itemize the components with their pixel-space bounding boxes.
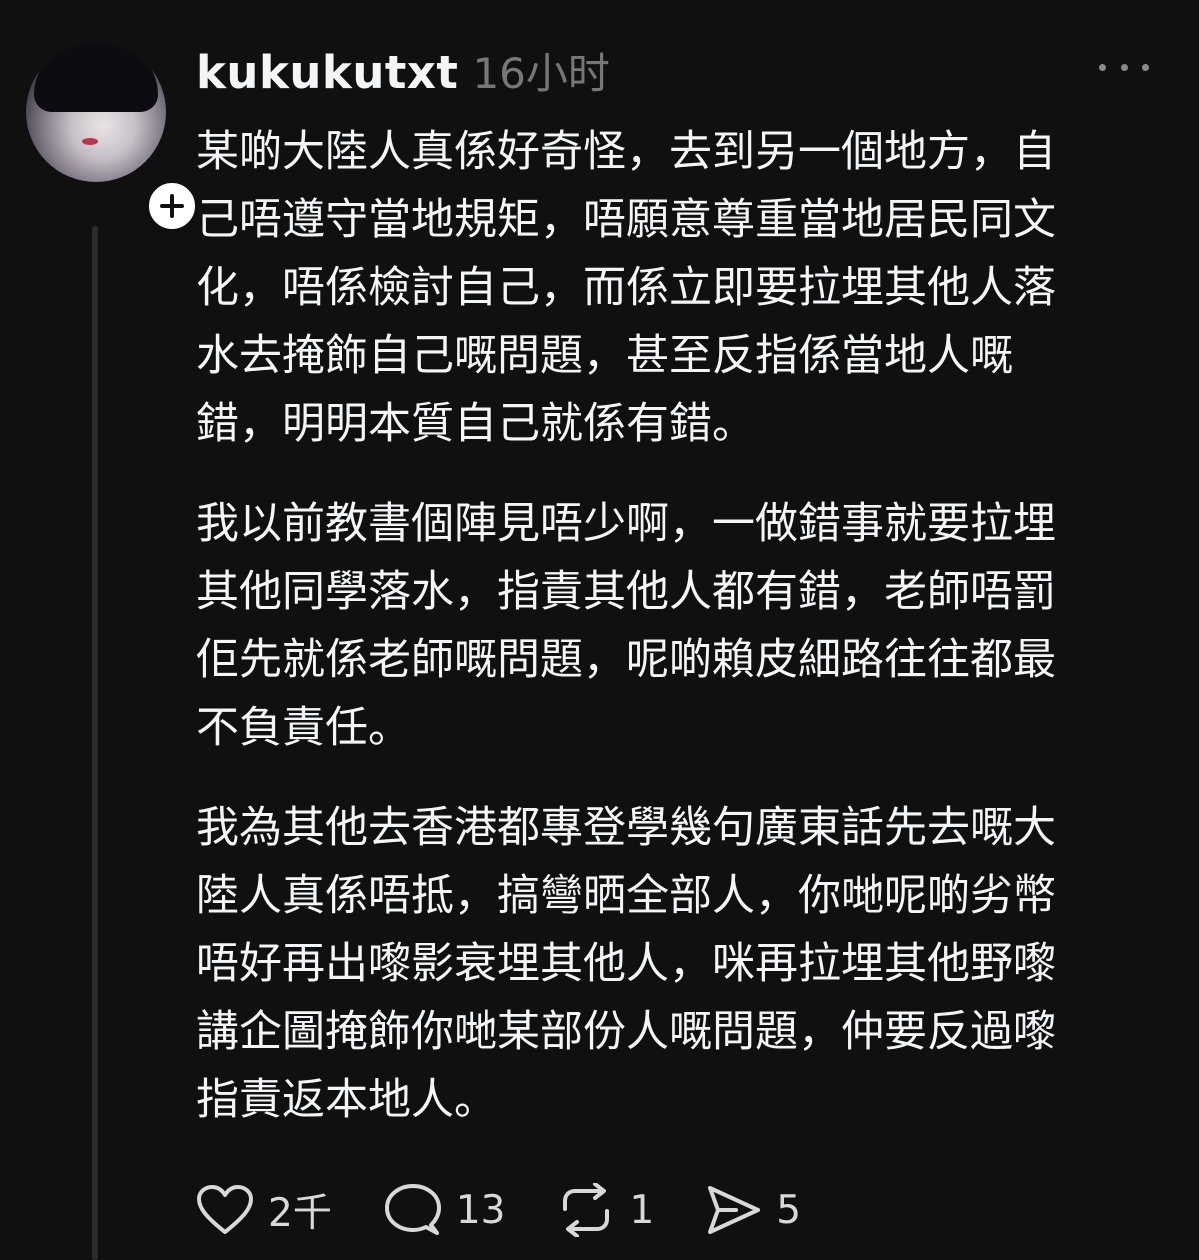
share-button[interactable]: 5 [706, 1184, 801, 1236]
comment-count: 13 [455, 1187, 506, 1233]
more-options-button[interactable] [1099, 52, 1149, 82]
avatar[interactable] [26, 42, 166, 182]
more-dots-icon [1142, 63, 1149, 71]
like-count: 2千 [268, 1191, 332, 1236]
post-paragraph-1: 某啲大陸人真係好奇怪，去到另一個地方，自 己唔遵守當地規矩，唔願意尊重當地居民同… [196, 127, 1056, 449]
avatar-hair [34, 42, 158, 112]
comment-bubble-icon [384, 1184, 441, 1235]
send-icon [708, 1186, 761, 1234]
post-body: 某啲大陸人真係好奇怪，去到另一個地方，自 己唔遵守當地規矩，唔願意尊重當地居民同… [196, 118, 1166, 1166]
plus-icon [160, 194, 184, 218]
heart-icon [197, 1185, 253, 1234]
author-avatar-wrap[interactable] [26, 42, 200, 234]
avatar-lip [82, 138, 98, 145]
post-paragraph-3: 我為其他去香港都專登學幾句廣東話先去嘅大 陸人真係唔抵，搞彎晒全部人，你哋呢啲劣… [196, 803, 1056, 1125]
share-count: 5 [776, 1187, 802, 1233]
repost-button[interactable]: 1 [557, 1183, 654, 1237]
like-button[interactable]: 2千 [196, 1182, 332, 1238]
comment-button[interactable]: 13 [384, 1183, 506, 1237]
repost-icon [563, 1183, 610, 1237]
username[interactable]: kukukutxt [196, 46, 458, 99]
more-dots-icon [1099, 63, 1106, 71]
post-header: kukukutxt 16小时 [196, 40, 610, 100]
action-bar: 2千 13 1 5 [196, 1180, 853, 1240]
timestamp: 16小时 [472, 49, 610, 98]
post-paragraph-2: 我以前教書個陣見唔少啊，一做錯事就要拉埋 其他同學落水，指責其他人都有錯，老師唔… [196, 499, 1056, 753]
follow-button[interactable] [144, 178, 200, 234]
thread-line [92, 226, 98, 1260]
more-dots-icon [1120, 63, 1128, 71]
repost-count: 1 [629, 1187, 655, 1233]
